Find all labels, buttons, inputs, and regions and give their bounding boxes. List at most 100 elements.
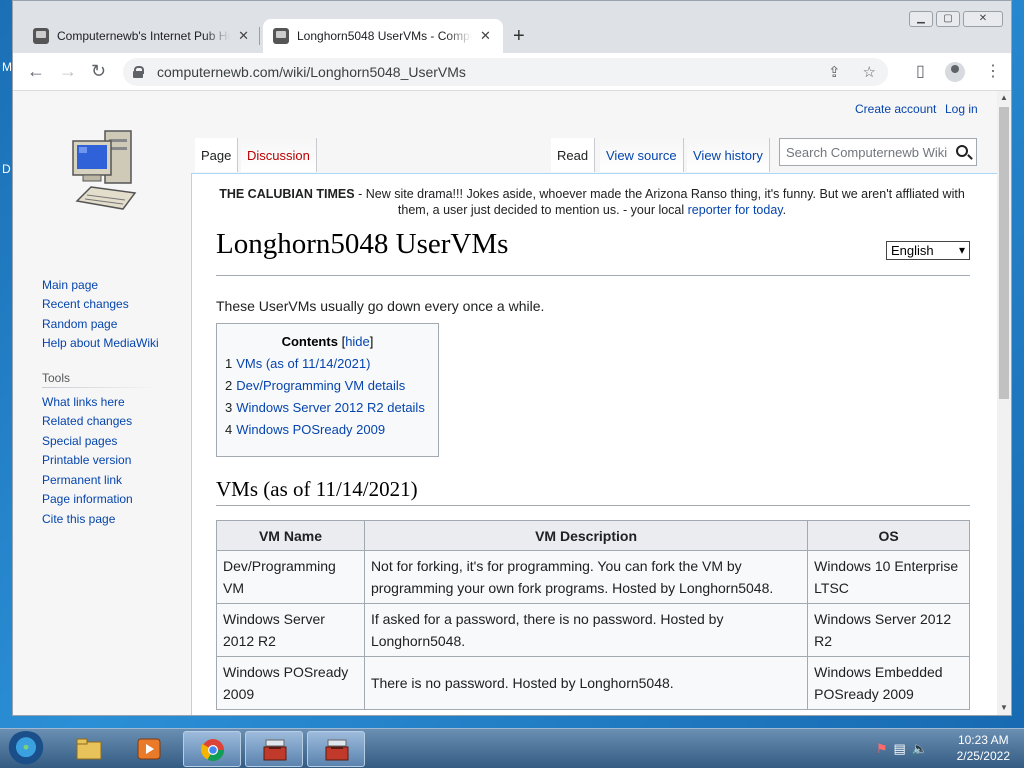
action-center-icon[interactable]: ⚑: [876, 741, 894, 756]
table-cell: Dev/Programming VM: [216, 550, 365, 604]
toc-title: Contents [hide]: [225, 334, 430, 349]
table-cell: Windows POSready 2009: [216, 656, 365, 710]
minimize-icon[interactable]: ▁: [909, 11, 933, 27]
clock[interactable]: 10:23 AM 2/25/2022: [957, 732, 1010, 764]
forward-arrow-icon[interactable]: →: [59, 61, 77, 81]
desktop-icon-label: M: [2, 60, 12, 74]
window-close-icon[interactable]: ✕: [963, 11, 1003, 27]
toc-link[interactable]: Windows Server 2012 R2 details: [236, 400, 425, 415]
tab-view-source[interactable]: View source: [600, 138, 684, 172]
clock-date: 2/25/2022: [956, 749, 1010, 763]
system-tray: ⚑▤🔈: [876, 741, 934, 757]
browser-toolbar: ← → ↻ computernewb.com/wiki/Longhorn5048…: [13, 53, 1011, 91]
new-tab-plus-icon[interactable]: +: [513, 25, 525, 48]
tab-view-history[interactable]: View history: [687, 138, 770, 172]
sidebar-item-permanent-link[interactable]: Permanent link: [42, 473, 122, 487]
browser-window: Computernewb's Internet Pub Hub ✕ Longho…: [12, 0, 1012, 716]
toc-number: 3: [225, 400, 233, 415]
taskbar-app-window[interactable]: [307, 731, 365, 767]
tab-discussion[interactable]: Discussion: [241, 138, 317, 172]
log-in-link[interactable]: Log in: [945, 102, 978, 116]
create-account-link[interactable]: Create account: [855, 102, 936, 116]
browser-tab-uservms[interactable]: Longhorn5048 UserVMs - Computernewb Wiki…: [263, 19, 503, 53]
sidebar-item-cite-this-page[interactable]: Cite this page: [42, 512, 115, 526]
toc-bracket: ]: [369, 334, 374, 349]
table-cell: Windows Server 2012 R2: [216, 603, 365, 657]
tab-title: Longhorn5048 UserVMs - Computernewb Wiki: [297, 29, 472, 43]
toc-link[interactable]: Windows POSready 2009: [236, 422, 385, 437]
close-icon[interactable]: ✕: [480, 28, 491, 44]
sidebar-item-special-pages[interactable]: Special pages: [42, 434, 117, 448]
section-divider: [216, 505, 970, 506]
table-cell: Windows 10 Enterprise LTSC: [807, 550, 970, 604]
reload-icon[interactable]: ↻: [91, 61, 106, 81]
taskbar-chrome[interactable]: [183, 731, 241, 767]
page-title: Longhorn5048 UserVMs: [216, 228, 509, 260]
site-notice: THE CALUBIAN TIMES - New site drama!!! J…: [202, 186, 982, 218]
table-cell: Windows Embedded POSready 2009: [807, 656, 970, 710]
sidebar-item-printable-version[interactable]: Printable version: [42, 453, 131, 467]
search-input[interactable]: Search Computernewb Wiki: [779, 138, 977, 166]
toc-item: 4 Windows POSready 2009: [225, 422, 430, 437]
sidebar-item-what-links-here[interactable]: What links here: [42, 395, 125, 409]
intro-text: These UserVMs usually go down every once…: [216, 298, 545, 314]
taskbar-explorer[interactable]: [60, 731, 118, 767]
scroll-up-arrow-icon[interactable]: ▲: [1000, 93, 1008, 102]
close-icon[interactable]: ✕: [238, 28, 249, 44]
toc-link[interactable]: Dev/Programming VM details: [236, 378, 405, 393]
computer-favicon-icon: [273, 28, 289, 44]
lock-icon[interactable]: [133, 66, 144, 78]
toc-hide-link[interactable]: hide: [345, 334, 370, 349]
sidebar-item-related-changes[interactable]: Related changes: [42, 414, 132, 428]
scrollbar-thumb[interactable]: [999, 107, 1009, 399]
maximize-icon[interactable]: ▢: [936, 11, 960, 27]
taskbar-app-window[interactable]: [245, 731, 303, 767]
tab-separator: [259, 27, 260, 45]
table-cell: Not for forking, it's for programming. Y…: [363, 550, 809, 604]
sidebar-item-main-page[interactable]: Main page: [42, 278, 98, 292]
scroll-down-arrow-icon[interactable]: ▼: [1000, 703, 1008, 712]
column-header: OS: [807, 520, 970, 551]
search-placeholder: Search Computernewb Wiki: [786, 144, 948, 160]
toc-item: 1 VMs (as of 11/14/2021): [225, 356, 430, 371]
search-icon[interactable]: [956, 145, 968, 157]
desktop-icon-label: D: [2, 162, 11, 176]
site-notice-link[interactable]: reporter for today: [688, 203, 783, 217]
browser-tab-pub-hub[interactable]: Computernewb's Internet Pub Hub ✕: [23, 19, 259, 53]
back-arrow-icon[interactable]: ←: [27, 61, 45, 81]
volume-icon[interactable]: 🔈: [912, 741, 934, 756]
wiki-page: Create account Log in Main page Recent c…: [13, 91, 997, 715]
start-orb-icon[interactable]: [6, 731, 46, 767]
toolbox-icon: [325, 739, 349, 761]
tab-read[interactable]: Read: [551, 138, 596, 172]
vm-table: VM Name VM Description OS Dev/Programmin…: [216, 520, 970, 710]
wiki-logo-computer-icon[interactable]: [65, 127, 141, 213]
table-row: Dev/Programming VM Not for forking, it's…: [216, 550, 970, 604]
tab-page[interactable]: Page: [195, 138, 239, 172]
folder-icon: [76, 738, 102, 760]
kebab-menu-icon[interactable]: ⋮: [985, 61, 1001, 81]
share-icon[interactable]: ⇪: [828, 63, 841, 81]
profile-avatar-icon[interactable]: [945, 62, 965, 82]
taskbar-media-player[interactable]: [120, 731, 178, 767]
page-scrollbar[interactable]: ▲ ▼: [997, 91, 1011, 715]
column-header: VM Description: [363, 520, 809, 551]
toc-heading: Contents: [281, 334, 338, 349]
chrome-icon: [201, 739, 224, 761]
language-select[interactable]: English: [886, 241, 970, 260]
network-icon[interactable]: ▤: [894, 741, 912, 756]
toc-link[interactable]: VMs (as of 11/14/2021): [236, 356, 370, 371]
side-panel-icon[interactable]: ▯: [916, 61, 925, 81]
address-bar[interactable]: computernewb.com/wiki/Longhorn5048_UserV…: [123, 58, 888, 86]
bookmark-star-icon[interactable]: ☆: [863, 63, 876, 81]
sidebar-item-random-page[interactable]: Random page: [42, 317, 117, 331]
sidebar-divider: [42, 387, 160, 388]
sidebar-item-help[interactable]: Help about MediaWiki: [42, 336, 159, 350]
table-row: Windows POSready 2009 There is no passwo…: [216, 656, 970, 710]
url-text: computernewb.com/wiki/Longhorn5048_UserV…: [157, 64, 466, 80]
sidebar-item-recent-changes[interactable]: Recent changes: [42, 297, 129, 311]
sidebar-item-page-information[interactable]: Page information: [42, 492, 133, 506]
section-heading: VMs (as of 11/14/2021): [216, 477, 418, 501]
table-header-row: VM Name VM Description OS: [216, 520, 970, 551]
media-player-icon: [137, 738, 161, 760]
